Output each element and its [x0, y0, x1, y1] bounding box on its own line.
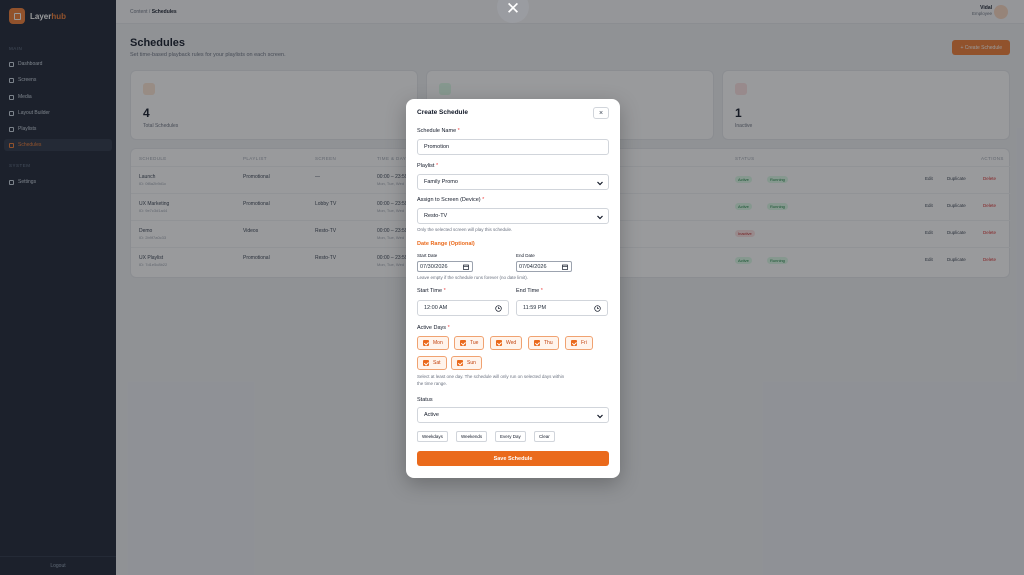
checkbox-icon — [460, 340, 466, 346]
checkbox-icon — [571, 340, 577, 346]
weekdays-button[interactable]: Weekdays — [417, 431, 448, 442]
checkbox-icon — [534, 340, 540, 346]
calendar-icon — [562, 264, 568, 270]
day-chip-sat[interactable]: Sat — [417, 356, 447, 370]
weekends-button[interactable]: Weekends — [456, 431, 488, 442]
clock-icon — [495, 305, 502, 312]
date-help-text: Leave empty if the schedule runs forever… — [417, 275, 529, 280]
end-date-input[interactable]: 07/04/2026 — [516, 261, 572, 272]
save-schedule-button[interactable]: Save Schedule — [417, 451, 609, 466]
active-days-label: Active Days * — [417, 325, 450, 331]
day-chip-tue[interactable]: Tue — [454, 336, 485, 350]
day-chip-fri[interactable]: Fri — [565, 336, 593, 350]
day-chip-sun[interactable]: Sun — [451, 356, 482, 370]
screen-select[interactable]: Resto-TV — [417, 208, 609, 224]
checkbox-icon — [423, 360, 429, 366]
status-select[interactable]: Active — [417, 407, 609, 423]
start-time-label: Start Time * — [417, 288, 446, 294]
playlist-label: Playlist * — [417, 163, 439, 169]
chevron-down-icon — [597, 414, 603, 419]
start-date-input[interactable]: 07/30/2026 — [417, 261, 473, 272]
playlist-select[interactable]: Family Promo — [417, 174, 609, 190]
chevron-down-icon — [597, 181, 603, 186]
checkbox-icon — [423, 340, 429, 346]
checkbox-icon — [496, 340, 502, 346]
clear-days-button[interactable]: Clear — [534, 431, 555, 442]
screen-label: Assign to Screen (Device) * — [417, 197, 485, 203]
status-label: Status — [417, 397, 433, 403]
end-time-label: End Time * — [516, 288, 543, 294]
clock-icon — [594, 305, 601, 312]
checkbox-icon — [457, 360, 463, 366]
every-day-button[interactable]: Every Day — [495, 431, 526, 442]
close-button[interactable]: × — [593, 107, 609, 119]
day-chip-wed[interactable]: Wed — [490, 336, 523, 350]
schedule-name-label: Schedule Name * — [417, 128, 460, 134]
dialog-title: Create Schedule — [417, 109, 468, 116]
day-chip-mon[interactable]: Mon — [417, 336, 449, 350]
end-time-input[interactable]: 11:59 PM — [516, 300, 608, 316]
start-time-input[interactable]: 12:00 AM — [417, 300, 509, 316]
day-chip-thu[interactable]: Thu — [528, 336, 559, 350]
calendar-icon — [463, 264, 469, 270]
date-range-label: Date Range (Optional) — [417, 241, 475, 247]
screen-help-text: Only the selected screen will play this … — [417, 227, 513, 232]
days-help-text: Select at least one day. The schedule wi… — [417, 374, 565, 386]
end-date-label: End Date — [516, 253, 535, 258]
chevron-down-icon — [597, 215, 603, 220]
schedule-name-input[interactable]: Promotion — [417, 139, 609, 155]
create-schedule-dialog: Create Schedule × Schedule Name * Promot… — [406, 99, 620, 478]
start-date-label: Start Date — [417, 253, 438, 258]
